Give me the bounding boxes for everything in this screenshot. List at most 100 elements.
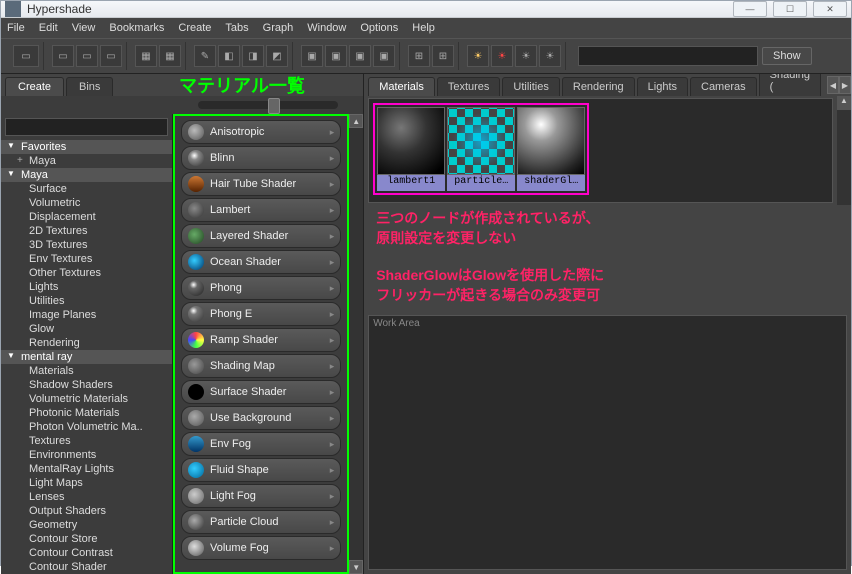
tree-item[interactable]: Light Maps [1,476,172,490]
toolbar-button[interactable]: ▣ [373,45,395,67]
toolbar-button[interactable]: ▣ [349,45,371,67]
tab-textures[interactable]: Textures [437,77,501,96]
material-item[interactable]: Ocean Shader▸ [181,250,341,274]
menu-window[interactable]: Window [307,22,346,34]
tree-item[interactable]: Contour Shader [1,560,172,574]
material-item[interactable]: Volume Fog▸ [181,536,341,560]
material-item[interactable]: Fluid Shape▸ [181,458,341,482]
toolbar-button[interactable]: ◩ [266,45,288,67]
node-panel[interactable]: lambert1particle…shaderGl… [368,98,833,203]
tab-scroll-left-icon[interactable]: ◀ [827,76,839,94]
toolbar-button[interactable]: ▣ [325,45,347,67]
scroll-down-icon[interactable]: ▼ [349,560,363,574]
tab-scroll-right-icon[interactable]: ▶ [839,76,851,94]
tab-materials[interactable]: Materials [368,77,435,96]
material-list[interactable]: Anisotropic▸Blinn▸Hair Tube Shader▸Lambe… [177,118,345,570]
menu-view[interactable]: View [72,22,96,34]
tree-item[interactable]: Utilities [1,294,172,308]
tree-item[interactable]: Displacement [1,210,172,224]
tab-bins[interactable]: Bins [66,77,113,96]
tab-create[interactable]: Create [5,77,64,96]
tree-list[interactable]: FavoritesMayaMayaSurfaceVolumetricDispla… [1,140,172,574]
material-item[interactable]: Lambert▸ [181,198,341,222]
toolbar-button[interactable]: ▭ [100,45,122,67]
toolbar-button[interactable]: ☀ [539,45,561,67]
material-item[interactable]: Particle Cloud▸ [181,510,341,534]
tree-item[interactable]: Other Textures [1,266,172,280]
scroll-up-icon[interactable]: ▲ [837,96,851,110]
toolbar-button[interactable]: ☀ [467,45,489,67]
tree-item[interactable]: Photon Volumetric Ma.. [1,420,172,434]
tree-item[interactable]: Maya [1,154,172,168]
tab-rendering[interactable]: Rendering [562,77,635,96]
minimize-button[interactable]: — [733,1,767,17]
tree-item[interactable]: Output Shaders [1,504,172,518]
tree-item[interactable]: Contour Contrast [1,546,172,560]
tree-item[interactable]: Photonic Materials [1,406,172,420]
toolbar-button[interactable]: ▣ [301,45,323,67]
tab-utilities[interactable]: Utilities [502,77,559,96]
tree-item[interactable]: Env Textures [1,252,172,266]
material-item[interactable]: Light Fog▸ [181,484,341,508]
tree-filter-input[interactable] [5,118,168,136]
material-item[interactable]: Phong E▸ [181,302,341,326]
toolbar-button[interactable]: ⊞ [432,45,454,67]
tree-item[interactable]: MentalRay Lights [1,462,172,476]
menu-edit[interactable]: Edit [39,22,58,34]
tree-item[interactable]: mental ray [1,350,172,364]
toolbar-button[interactable]: ◨ [242,45,264,67]
material-item[interactable]: Use Background▸ [181,406,341,430]
material-item[interactable]: Layered Shader▸ [181,224,341,248]
menu-file[interactable]: File [7,22,25,34]
tree-item[interactable]: Environments [1,448,172,462]
material-item[interactable]: Ramp Shader▸ [181,328,341,352]
menu-bookmarks[interactable]: Bookmarks [109,22,164,34]
tab-shading[interactable]: Shading ( [759,74,821,96]
toolbar-button[interactable]: ✎ [194,45,216,67]
shader-node[interactable]: particle… [447,107,515,191]
tree-item[interactable]: Lights [1,280,172,294]
scroll-up-icon[interactable]: ▲ [349,114,363,128]
toolbar-search-input[interactable] [578,46,758,66]
tree-item[interactable]: Lenses [1,490,172,504]
tree-item[interactable]: Shadow Shaders [1,378,172,392]
material-item[interactable]: Phong▸ [181,276,341,300]
preview-size-slider[interactable] [198,101,338,109]
work-area[interactable]: Work Area [368,315,847,570]
node-panel-scrollbar[interactable]: ▲ [837,96,851,205]
tree-item[interactable]: Materials [1,364,172,378]
tab-lights[interactable]: Lights [637,77,688,96]
tree-item[interactable]: Contour Store [1,532,172,546]
material-item[interactable]: Surface Shader▸ [181,380,341,404]
material-item[interactable]: Env Fog▸ [181,432,341,456]
menu-tabs[interactable]: Tabs [225,22,248,34]
close-button[interactable]: ✕ [813,1,847,17]
menu-options[interactable]: Options [360,22,398,34]
material-item[interactable]: Hair Tube Shader▸ [181,172,341,196]
material-item[interactable]: Blinn▸ [181,146,341,170]
tree-item[interactable]: Volumetric [1,196,172,210]
toolbar-button[interactable]: ▭ [76,45,98,67]
material-scrollbar[interactable]: ▲ ▼ [349,114,363,574]
material-item[interactable]: Shading Map▸ [181,354,341,378]
menu-help[interactable]: Help [412,22,435,34]
tab-cameras[interactable]: Cameras [690,77,757,96]
show-button[interactable]: Show [762,47,812,65]
toolbar-button[interactable]: ▭ [52,45,74,67]
maximize-button[interactable]: ☐ [773,1,807,17]
toolbar-button[interactable]: ☀ [515,45,537,67]
tree-item[interactable]: Surface [1,182,172,196]
tree-item[interactable]: Favorites [1,140,172,154]
shader-node[interactable]: shaderGl… [517,107,585,191]
tree-item[interactable]: Rendering [1,336,172,350]
tree-item[interactable]: Textures [1,434,172,448]
tree-item[interactable]: Glow [1,322,172,336]
toolbar-button[interactable]: ⊞ [408,45,430,67]
toolbar-button[interactable]: ☀ [491,45,513,67]
toolbar-button[interactable]: ▭ [13,45,39,67]
toolbar-button[interactable]: ▦ [135,45,157,67]
tree-item[interactable]: Image Planes [1,308,172,322]
tree-item[interactable]: Maya [1,168,172,182]
toolbar-button[interactable]: ◧ [218,45,240,67]
tree-item[interactable]: Volumetric Materials [1,392,172,406]
